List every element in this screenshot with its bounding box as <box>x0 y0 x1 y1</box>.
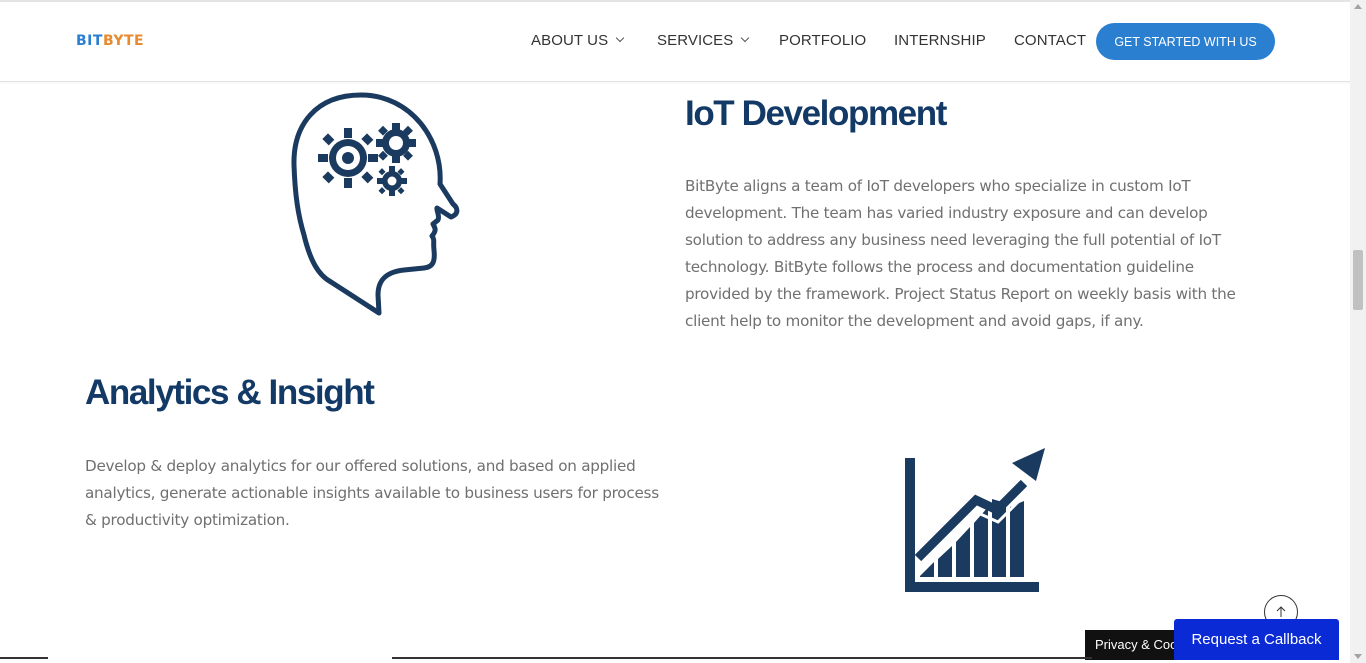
scroll-down-arrow-icon[interactable] <box>1354 654 1362 659</box>
chevron-down-icon <box>615 33 625 42</box>
privacy-cookies-button[interactable]: Privacy & Cookies Policy <box>1085 630 1185 660</box>
logo-part-bit: BIT <box>76 33 103 49</box>
chevron-down-icon <box>741 33 750 42</box>
bitbyte-logo[interactable]: BITBYTE <box>76 33 144 49</box>
scrollbar-thumb[interactable] <box>1353 250 1363 310</box>
bottom-divider <box>392 657 1092 659</box>
text-line: technology. BitByte follows the process … <box>685 258 1194 276</box>
site-header: BITBYTE ABOUT US SERVICES PORTFOLIO INTE… <box>0 2 1350 82</box>
head-gears-icon <box>291 92 460 316</box>
scroll-up-arrow-icon[interactable] <box>1354 4 1362 9</box>
iot-development-title: IoT Development <box>685 94 947 133</box>
text-line: Develop & deploy analytics for our offer… <box>85 457 636 475</box>
analytics-insight-title: Analytics & Insight <box>85 373 375 412</box>
request-callback-button[interactable]: Request a Callback <box>1174 619 1339 660</box>
arrow-up-icon <box>1276 606 1286 617</box>
nav-contact[interactable]: CONTACT <box>1014 32 1086 49</box>
text-line: provided by the framework. Project Statu… <box>685 285 1236 303</box>
nav-services[interactable]: SERVICES <box>657 32 750 49</box>
analytics-insight-text: Develop & deploy analytics for our offer… <box>85 453 685 534</box>
text-line: solution to address any business need le… <box>685 231 1221 249</box>
nav-internship[interactable]: INTERNSHIP <box>894 32 986 49</box>
nav-portfolio[interactable]: PORTFOLIO <box>779 32 866 49</box>
logo-part-byte: BYTE <box>102 33 145 49</box>
text-line: BitByte aligns a team of IoT developers … <box>685 177 1191 195</box>
iot-development-text: BitByte aligns a team of IoT developers … <box>685 173 1265 335</box>
nav-services-label: SERVICES <box>657 32 734 49</box>
nav-contact-label: CONTACT <box>1014 32 1087 49</box>
nav-about-us-label: ABOUT US <box>531 32 609 49</box>
nav-internship-label: INTERNSHIP <box>894 32 986 49</box>
text-line: analytics, generate actionable insights … <box>85 484 659 502</box>
scrollbar[interactable] <box>1350 0 1366 663</box>
get-started-button[interactable]: GET STARTED WITH US <box>1096 23 1275 60</box>
text-line: & productivity optimization. <box>85 511 290 529</box>
text-line: development. The team has varied industr… <box>685 204 1208 222</box>
bottom-divider <box>0 657 48 659</box>
nav-portfolio-label: PORTFOLIO <box>779 32 867 49</box>
nav-about-us[interactable]: ABOUT US <box>531 32 625 49</box>
text-line: client help to monitor the development a… <box>685 312 1144 330</box>
growth-chart-icon <box>905 448 1045 592</box>
